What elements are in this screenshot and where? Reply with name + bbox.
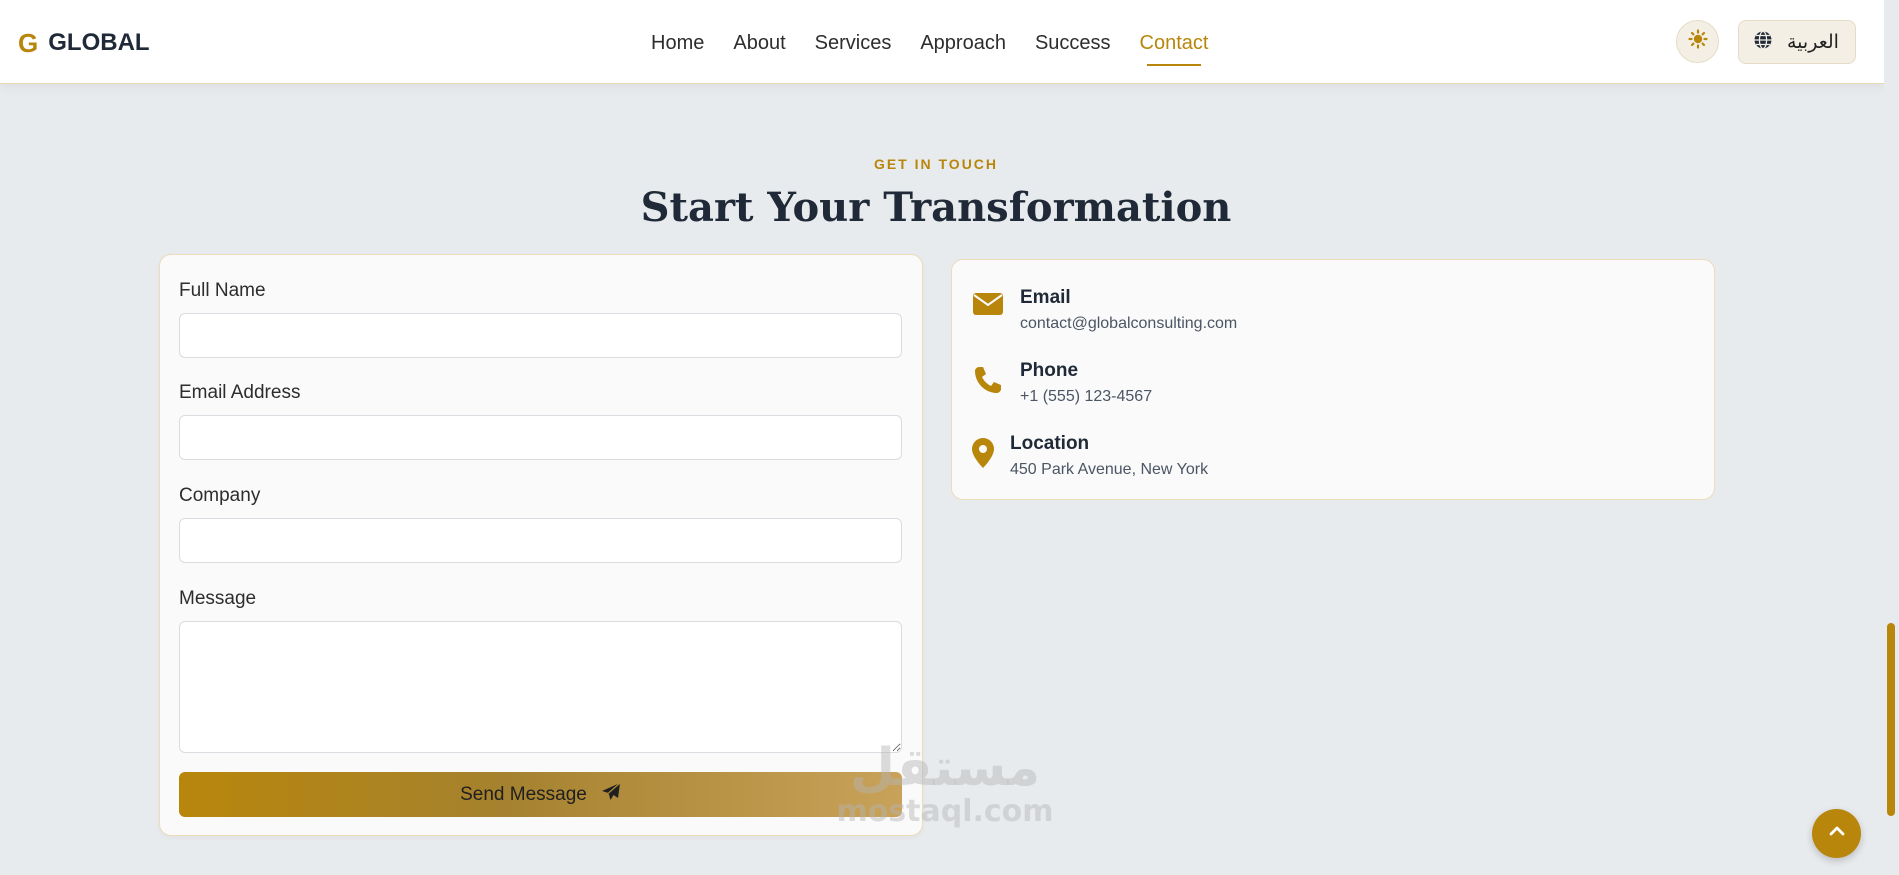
nav-link-services[interactable]: Services: [815, 30, 892, 56]
chevron-up-icon: [1827, 821, 1847, 846]
map-pin-icon: [970, 438, 996, 468]
sun-icon: [1687, 29, 1708, 54]
company-input[interactable]: [179, 518, 902, 563]
page-scrollbar[interactable]: [1884, 0, 1899, 875]
contact-email-title: Email: [1020, 287, 1071, 308]
watermark-arabic: مستقل: [849, 738, 1041, 798]
section-title: Start Your Transformation: [640, 184, 1232, 231]
back-to-top-button[interactable]: [1812, 809, 1861, 858]
contact-phone-item: Phone +1 (555) 123-4567: [972, 359, 1152, 409]
language-label: العربية: [1787, 31, 1839, 53]
contact-phone-value[interactable]: +1 (555) 123-4567: [1020, 385, 1152, 409]
logo-mark: G: [18, 28, 39, 58]
contact-email-value[interactable]: contact@globalconsulting.com: [1020, 312, 1237, 336]
company-label: Company: [179, 485, 261, 506]
email-address-label: Email Address: [179, 382, 301, 403]
message-textarea[interactable]: [179, 621, 902, 753]
send-message-label: Send Message: [460, 783, 587, 805]
theme-toggle-button[interactable]: [1676, 20, 1719, 63]
nav-link-home[interactable]: Home: [651, 30, 704, 56]
nav-link-about[interactable]: About: [733, 30, 785, 56]
scrollbar-thumb[interactable]: [1887, 623, 1895, 816]
contact-location-title: Location: [1010, 433, 1090, 454]
full-name-input[interactable]: [179, 313, 902, 358]
section-eyebrow: GET IN TOUCH: [873, 156, 999, 172]
logo[interactable]: G GLOBAL: [18, 28, 150, 58]
paper-plane-icon: [587, 782, 621, 808]
envelope-icon: [972, 292, 1004, 316]
contact-form: Full Name Email Address Company Message …: [159, 254, 923, 836]
globe-icon: [1753, 30, 1773, 55]
send-message-button[interactable]: Send Message: [179, 772, 902, 817]
phone-icon: [972, 365, 1004, 395]
contact-info-card: Email contact@globalconsulting.com Phone…: [951, 259, 1715, 500]
contact-location-value: 450 Park Avenue, New York: [1010, 461, 1209, 478]
nav-link-approach[interactable]: Approach: [920, 30, 1006, 56]
contact-phone-title: Phone: [1020, 360, 1079, 381]
email-address-input[interactable]: [179, 415, 902, 460]
language-switch-button[interactable]: العربية: [1738, 20, 1856, 64]
full-name-label: Full Name: [179, 280, 266, 301]
nav-link-success[interactable]: Success: [1035, 30, 1111, 56]
watermark-latin: mostaql.com: [836, 794, 1054, 829]
nav-link-contact[interactable]: Contact: [1140, 30, 1208, 66]
message-label: Message: [179, 588, 257, 609]
watermark: مستقل mostaql.com: [820, 740, 1070, 828]
main-nav: Home About Services Approach Success Con…: [651, 30, 1237, 66]
logo-text: GLOBAL: [48, 29, 150, 56]
site-header: G GLOBAL Home About Services Approach Su…: [0, 0, 1884, 84]
contact-location-item: Location 450 Park Avenue, New York: [970, 432, 1208, 482]
contact-email-item: Email contact@globalconsulting.com: [972, 286, 1237, 336]
